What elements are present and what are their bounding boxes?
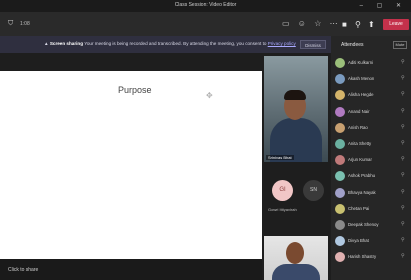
participant-name: Akash Menon bbox=[348, 76, 375, 82]
window-controls[interactable]: – ▢ ✕ bbox=[360, 2, 407, 9]
cursor-icon: ✥ bbox=[206, 91, 213, 100]
meeting-timer: 1:08 bbox=[20, 21, 30, 27]
participant-name: Alisha Hegde bbox=[348, 92, 374, 98]
avatar bbox=[335, 155, 345, 166]
avatar bbox=[335, 58, 345, 68]
list-item[interactable]: Deepak Shenoy ⚲ bbox=[331, 218, 411, 232]
person-body bbox=[272, 264, 320, 280]
list-item[interactable]: Arjun Kumar ⚲ bbox=[331, 153, 411, 167]
list-item[interactable]: Ashok Prabhu ⚲ bbox=[331, 169, 411, 183]
avatar bbox=[335, 252, 345, 263]
list-item[interactable]: Anish Rao ⚲ bbox=[331, 121, 411, 135]
mic-off-icon: ⚲ bbox=[401, 123, 405, 130]
mic-off-icon: ⚲ bbox=[401, 253, 405, 260]
video-tile-main[interactable]: Srinivas Bhat bbox=[264, 56, 328, 162]
list-item[interactable]: Anita Shetty ⚲ bbox=[331, 137, 411, 151]
participant-name: Anish Rao bbox=[348, 124, 368, 130]
toolbar-icons: ▭ ☺ ☆ ⋯ bbox=[282, 19, 344, 28]
participant-name: Ashok Prabhu bbox=[348, 173, 375, 179]
title-bar: Class Session: Video Editor – ▢ ✕ bbox=[0, 0, 411, 12]
list-item[interactable]: Chetan Pai ⚲ bbox=[331, 202, 411, 216]
avatar bbox=[335, 139, 345, 149]
mic-off-icon: ⚲ bbox=[401, 91, 405, 98]
window-title: Class Session: Video Editor bbox=[174, 2, 237, 8]
mic-off-icon: ⚲ bbox=[401, 59, 405, 65]
mic-icon[interactable]: ⚲ bbox=[355, 20, 361, 29]
mic-off-icon: ⚲ bbox=[401, 172, 405, 179]
shared-heading: Purpose bbox=[118, 85, 152, 95]
mic-off-icon: ⚲ bbox=[401, 75, 405, 82]
recording-banner: ▲ Screen sharing Your meeting is being r… bbox=[0, 36, 331, 53]
participants-icon[interactable]: ☺ bbox=[298, 19, 306, 28]
participant-name: Bhavya Nayak bbox=[348, 189, 376, 195]
mic-off-icon: ⚲ bbox=[401, 188, 405, 195]
participant-name: Anand Nair bbox=[348, 108, 370, 114]
participant-name: Arjun Kumar bbox=[348, 157, 372, 163]
participant-name: Deepak Shenoy bbox=[348, 222, 379, 227]
list-item[interactable]: Harish Shastry ⚲ bbox=[331, 250, 411, 264]
banner-text: ▲ Screen sharing Your meeting is being r… bbox=[44, 41, 296, 46]
chat-icon[interactable]: ▭ bbox=[282, 19, 290, 28]
shared-screen: Purpose ✥ bbox=[0, 71, 262, 259]
list-item[interactable]: Alisha Hegde ⚲ bbox=[331, 88, 411, 102]
banner-bold: Screen sharing bbox=[49, 41, 84, 46]
mute-all-button[interactable]: Mute bbox=[393, 41, 407, 49]
avatar bbox=[335, 74, 345, 85]
meeting-toolbar: ⛉ 1:08 ▭ ☺ ☆ ⋯ ■ ⚲ ⬆ Leave bbox=[0, 12, 411, 36]
camera-icon[interactable]: ■ bbox=[342, 20, 347, 29]
avatar[interactable]: GI bbox=[272, 180, 293, 201]
person-head bbox=[286, 242, 304, 264]
list-item[interactable]: Aditi Kulkarni ⚲ bbox=[331, 56, 411, 70]
list-item[interactable]: Divya Bhat ⚲ bbox=[331, 234, 411, 248]
status-text: Click to share bbox=[8, 267, 39, 273]
leave-button[interactable]: Leave bbox=[383, 19, 409, 30]
avatar bbox=[335, 106, 345, 117]
person-hair bbox=[284, 90, 306, 100]
participant-name: Divya Bhat bbox=[348, 238, 369, 244]
participants-panel: Attendees Mute Aditi Kulkarni ⚲ Akash Meno… bbox=[331, 36, 411, 280]
shield-icon: ⛉ bbox=[8, 20, 14, 27]
mic-off-icon: ⚲ bbox=[401, 221, 405, 227]
share-icon[interactable]: ⬆ bbox=[368, 20, 375, 29]
participant-name: Anita Shetty bbox=[348, 141, 372, 146]
privacy-link[interactable]: Privacy policy bbox=[268, 41, 296, 46]
participant-name: Aditi Kulkarni bbox=[348, 60, 374, 65]
video-tile-secondary[interactable] bbox=[264, 236, 328, 280]
panel-title: Attendees bbox=[341, 42, 364, 48]
list-item[interactable]: Bhavya Nayak ⚲ bbox=[331, 186, 411, 200]
avatar bbox=[335, 203, 345, 214]
mic-off-icon: ⚲ bbox=[401, 140, 405, 146]
participant-name: Harish Shastry bbox=[348, 254, 377, 260]
mic-off-icon: ⚲ bbox=[401, 237, 405, 244]
mic-off-icon: ⚲ bbox=[401, 156, 405, 163]
participant-name: Chetan Pai bbox=[348, 205, 370, 211]
avatar bbox=[335, 122, 345, 133]
mic-off-icon: ⚲ bbox=[401, 204, 405, 211]
list-item[interactable]: Anand Nair ⚲ bbox=[331, 105, 411, 119]
mic-off-icon: ⚲ bbox=[401, 107, 405, 114]
avatar-label: Gowri Ittiyavirah bbox=[268, 207, 297, 212]
stage-top bbox=[0, 53, 262, 71]
avatar[interactable]: SN bbox=[303, 180, 324, 201]
video-nametag: Srinivas Bhat bbox=[266, 155, 294, 160]
avatar bbox=[335, 220, 345, 230]
dismiss-button[interactable]: Dismiss bbox=[300, 40, 326, 49]
bottom-bar: Click to share bbox=[0, 259, 262, 280]
avatar bbox=[335, 236, 345, 247]
list-item[interactable]: Akash Menon ⚲ bbox=[331, 72, 411, 86]
avatar bbox=[335, 90, 345, 101]
avatar bbox=[335, 171, 345, 182]
banner-message: Your meeting is being recorded and trans… bbox=[84, 41, 267, 46]
panel-header: Attendees Mute bbox=[331, 36, 411, 54]
more-icon[interactable]: ⋯ bbox=[330, 19, 338, 28]
avatar bbox=[335, 187, 345, 198]
reactions-icon[interactable]: ☆ bbox=[314, 19, 321, 28]
